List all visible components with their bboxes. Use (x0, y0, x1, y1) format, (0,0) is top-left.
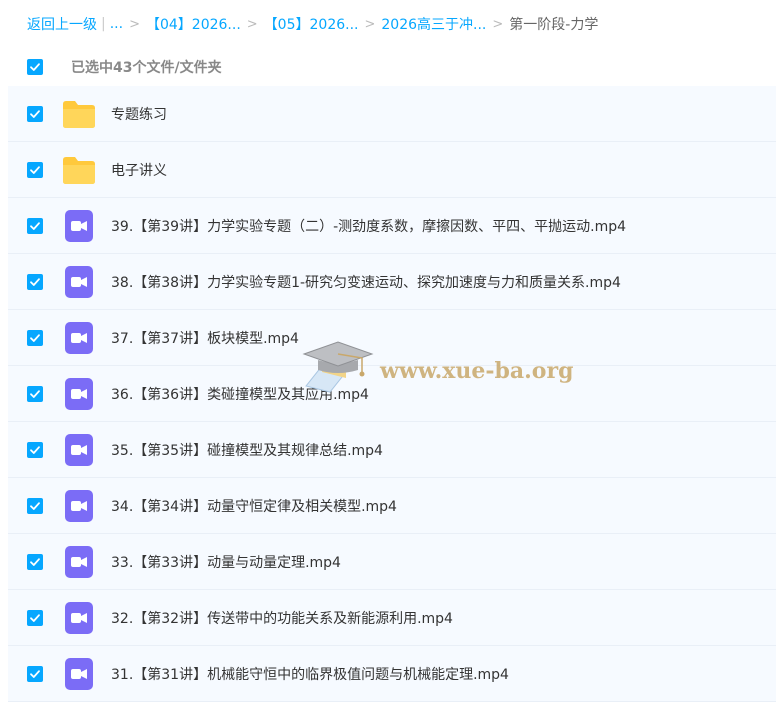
file-row[interactable]: 35.【第35讲】碰撞模型及其规律总结.mp4 (8, 422, 776, 478)
file-name[interactable]: 34.【第34讲】动量守恒定律及相关模型.mp4 (111, 496, 397, 516)
check-icon (30, 557, 40, 566)
folder-icon (63, 156, 95, 184)
folder-icon-wrap (61, 152, 97, 188)
row-checkbox[interactable] (27, 497, 43, 514)
file-row[interactable]: 31.【第31讲】机械能守恒中的临界极值问题与机械能定理.mp4 (8, 646, 776, 702)
file-name[interactable]: 39.【第39讲】力学实验专题（二）-测劲度系数，摩擦因数、平四、平抛运动.mp… (111, 216, 626, 236)
video-file-icon (65, 489, 93, 522)
check-icon (30, 445, 40, 454)
video-icon-wrap (61, 656, 97, 692)
breadcrumb: 返回上一级 | ... > 【04】2026... > 【05】2026... … (27, 12, 598, 36)
video-icon-wrap (61, 544, 97, 580)
selection-bar: 已选中43个文件/文件夹 (0, 50, 776, 84)
folder-icon (63, 100, 95, 128)
row-checkbox[interactable] (27, 665, 43, 682)
folder-row[interactable]: 专题练习 (8, 86, 776, 142)
file-row[interactable]: 34.【第34讲】动量守恒定律及相关模型.mp4 (8, 478, 776, 534)
row-checkbox[interactable] (27, 273, 43, 290)
video-file-icon (65, 265, 93, 298)
selection-summary: 已选中43个文件/文件夹 (71, 60, 222, 76)
breadcrumb-separator-icon: > (492, 16, 504, 32)
breadcrumb-separator-icon: > (129, 16, 140, 32)
breadcrumb-ellipsis[interactable]: ... (110, 16, 123, 32)
video-file-icon (65, 377, 93, 410)
row-checkbox[interactable] (27, 385, 43, 402)
row-checkbox[interactable] (27, 553, 43, 570)
breadcrumb-separator-icon: > (246, 16, 258, 32)
folder-row[interactable]: 电子讲义 (8, 142, 776, 198)
check-icon (30, 613, 40, 622)
video-icon-wrap (61, 376, 97, 412)
file-name[interactable]: 31.【第31讲】机械能守恒中的临界极值问题与机械能定理.mp4 (111, 664, 509, 684)
file-name[interactable]: 36.【第36讲】类碰撞模型及其应用.mp4 (111, 384, 369, 404)
check-icon (30, 165, 40, 174)
row-checkbox[interactable] (27, 441, 43, 458)
file-name[interactable]: 专题练习 (111, 104, 167, 124)
breadcrumb-crumb-04[interactable]: 【04】2026... (146, 14, 241, 34)
check-icon (30, 63, 40, 71)
video-file-icon (65, 321, 93, 354)
check-icon (30, 109, 40, 118)
breadcrumb-current: 第一阶段-力学 (509, 17, 599, 33)
video-icon-wrap (61, 264, 97, 300)
file-row[interactable]: 36.【第36讲】类碰撞模型及其应用.mp4 (8, 366, 776, 422)
breadcrumb-crumb-05[interactable]: 【05】2026... (264, 14, 359, 34)
video-icon-wrap (61, 432, 97, 468)
check-icon (30, 221, 40, 230)
row-checkbox[interactable] (27, 217, 43, 234)
video-file-icon (65, 209, 93, 242)
file-name[interactable]: 35.【第35讲】碰撞模型及其规律总结.mp4 (111, 440, 383, 460)
file-row[interactable]: 38.【第38讲】力学实验专题1-研究匀变速运动、探究加速度与力和质量关系.mp… (8, 254, 776, 310)
back-link[interactable]: 返回上一级 (27, 14, 97, 34)
video-file-icon (65, 545, 93, 578)
row-checkbox[interactable] (27, 161, 43, 178)
row-checkbox[interactable] (27, 105, 43, 122)
select-all-checkbox[interactable] (27, 59, 43, 75)
file-list: 专题练习电子讲义 39.【第39讲】力学实验专题（二）-测劲度系数，摩擦因数、平四… (8, 86, 776, 702)
video-file-icon (65, 601, 93, 634)
breadcrumb-separator-icon: > (364, 16, 376, 32)
video-file-icon (65, 657, 93, 690)
check-icon (30, 389, 40, 398)
file-row[interactable]: 37.【第37讲】板块模型.mp4 (8, 310, 776, 366)
breadcrumb-divider: | (101, 16, 106, 32)
file-name[interactable]: 37.【第37讲】板块模型.mp4 (111, 328, 299, 348)
file-row[interactable]: 33.【第33讲】动量与动量定理.mp4 (8, 534, 776, 590)
file-name[interactable]: 33.【第33讲】动量与动量定理.mp4 (111, 552, 341, 572)
row-checkbox[interactable] (27, 329, 43, 346)
breadcrumb-crumb-2026[interactable]: 2026高三于冲... (381, 14, 486, 34)
video-icon-wrap (61, 208, 97, 244)
file-name[interactable]: 电子讲义 (111, 160, 167, 180)
check-icon (30, 501, 40, 510)
video-icon-wrap (61, 488, 97, 524)
file-name[interactable]: 38.【第38讲】力学实验专题1-研究匀变速运动、探究加速度与力和质量关系.mp… (111, 272, 621, 292)
check-icon (30, 669, 40, 678)
video-icon-wrap (61, 600, 97, 636)
row-checkbox[interactable] (27, 609, 43, 626)
file-row[interactable]: 32.【第32讲】传送带中的功能关系及新能源利用.mp4 (8, 590, 776, 646)
video-file-icon (65, 433, 93, 466)
check-icon (30, 333, 40, 342)
file-row[interactable]: 39.【第39讲】力学实验专题（二）-测劲度系数，摩擦因数、平四、平抛运动.mp… (8, 198, 776, 254)
file-name[interactable]: 32.【第32讲】传送带中的功能关系及新能源利用.mp4 (111, 608, 453, 628)
check-icon (30, 277, 40, 286)
video-icon-wrap (61, 320, 97, 356)
folder-icon-wrap (61, 96, 97, 132)
